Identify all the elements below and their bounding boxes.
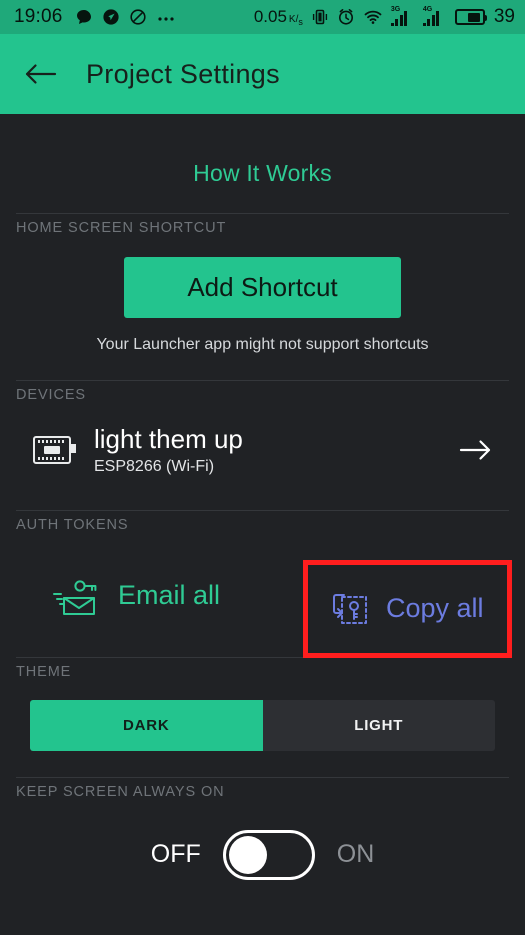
section-header-home-screen-shortcut: HOME SCREEN SHORTCUT (16, 213, 509, 236)
section-theme: THEME DARK LIGHT (0, 656, 525, 751)
switch-knob (228, 835, 267, 874)
status-bar-notification-icons (75, 8, 176, 26)
section-auth-tokens: AUTH TOKENS Email all Copy all (0, 509, 525, 658)
signal-3g-bars (390, 11, 408, 26)
microchip-icon (28, 431, 80, 469)
how-it-works-link[interactable]: How It Works (0, 114, 525, 187)
device-text-block: light them up ESP8266 (Wi-Fi) (94, 425, 453, 476)
back-arrow-icon (24, 61, 58, 87)
section-devices: DEVICES light them up ESP8266 (Wi-Fi) (0, 380, 525, 484)
section-home-screen-shortcut: HOME SCREEN SHORTCUT Add Shortcut Your L… (0, 213, 525, 354)
status-bar: 19:06 0.05 K/s 3G 4G 39 (0, 0, 525, 34)
signal-4g-icon: 4G (422, 6, 447, 26)
theme-option-dark[interactable]: DARK (30, 699, 263, 751)
network-speed-unit-denominator: s (298, 17, 303, 27)
do-not-disturb-icon (129, 8, 147, 26)
section-header-theme: THEME (16, 656, 509, 680)
theme-toggle-group: DARK LIGHT (30, 699, 495, 751)
network-speed-unit-numerator: K (288, 14, 296, 25)
device-name: light them up (94, 424, 243, 454)
section-keep-screen-on: KEEP SCREEN ALWAYS ON OFF ON (0, 776, 525, 880)
network-speed-unit: K/s (288, 14, 303, 27)
keep-screen-on-label: ON (336, 840, 375, 869)
network-speed-indicator: 0.05 K/s (254, 7, 303, 27)
email-all-label: Email all (118, 580, 221, 611)
status-bar-clock: 19:06 (14, 6, 63, 27)
theme-option-light[interactable]: LIGHT (262, 699, 495, 751)
copy-all-button[interactable]: Copy all (328, 587, 484, 631)
vibrate-icon (311, 8, 329, 26)
copy-all-highlight-box: Copy all (303, 559, 512, 658)
keep-screen-on-switch[interactable] (222, 829, 315, 880)
signal-4g-bars (422, 11, 440, 26)
app-bar: Project Settings (0, 34, 525, 114)
email-all-button[interactable]: Email all (52, 574, 220, 618)
more-dots-icon (156, 8, 176, 26)
back-button[interactable] (14, 47, 68, 101)
chat-bubble-icon (75, 8, 93, 26)
section-header-auth-tokens: AUTH TOKENS (16, 509, 509, 533)
shortcut-hint-text: Your Launcher app might not support shor… (96, 336, 429, 353)
battery-icon (454, 9, 487, 25)
envelope-key-icon (52, 574, 104, 618)
keep-screen-on-control: OFF ON (16, 800, 509, 880)
section-header-devices: DEVICES (16, 380, 509, 403)
status-bar-system-icons: 0.05 K/s 3G 4G 39 (254, 6, 515, 28)
navigation-arrow-icon (102, 8, 120, 26)
auth-tokens-actions: Email all Copy all (16, 533, 512, 658)
page-title: Project Settings (86, 58, 280, 89)
add-shortcut-button[interactable]: Add Shortcut (124, 257, 401, 318)
settings-content: How It Works HOME SCREEN SHORTCUT Add Sh… (0, 114, 525, 935)
alarm-clock-icon (337, 8, 355, 26)
clipboard-key-icon (328, 587, 372, 631)
keep-screen-off-label: OFF (150, 840, 201, 869)
section-header-keep-screen-on: KEEP SCREEN ALWAYS ON (16, 776, 509, 800)
network-speed-value: 0.05 (253, 7, 287, 26)
device-list-item[interactable]: light them up ESP8266 (Wi-Fi) (16, 403, 509, 484)
app-root: 19:06 0.05 K/s 3G 4G 39 Project Settings… (0, 0, 525, 935)
battery-percent-label: 39 (493, 6, 515, 27)
signal-3g-icon: 3G (390, 6, 415, 26)
wifi-icon (363, 8, 383, 26)
copy-all-label: Copy all (386, 593, 484, 624)
add-shortcut-container: Add Shortcut (16, 236, 509, 318)
device-subtitle: ESP8266 (Wi-Fi) (94, 457, 215, 475)
right-arrow-icon[interactable] (453, 438, 497, 462)
